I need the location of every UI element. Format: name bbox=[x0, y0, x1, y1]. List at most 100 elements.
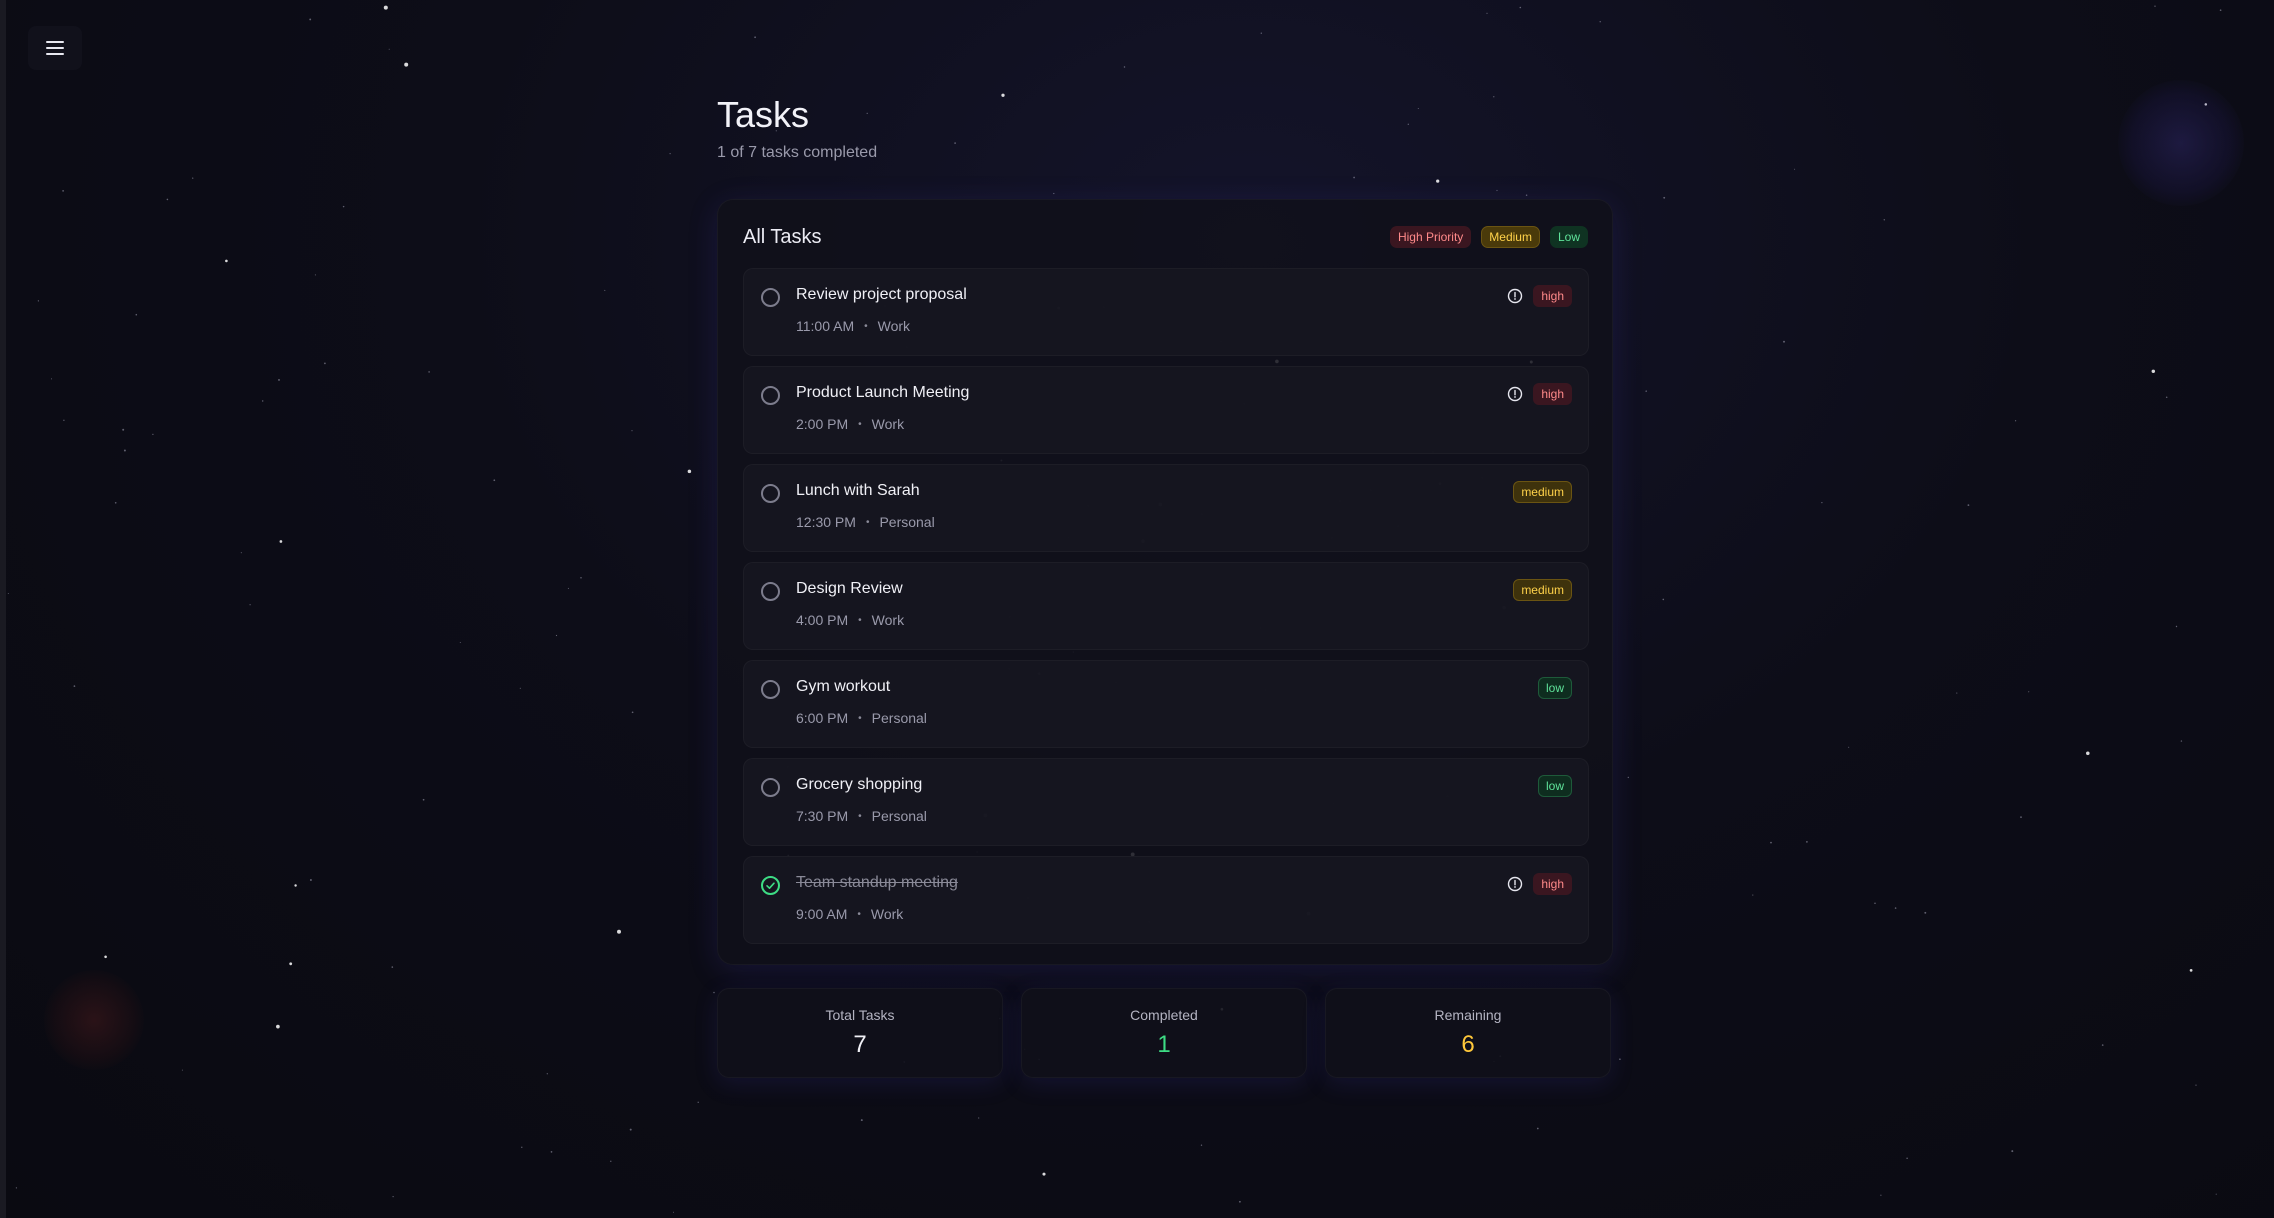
star bbox=[240, 552, 242, 554]
task-item[interactable]: Design Review 4:00 PM • Work medium bbox=[743, 562, 1589, 650]
task-item[interactable]: Team standup meeting 9:00 AM • Work high bbox=[743, 856, 1589, 944]
task-name: Grocery shopping bbox=[796, 776, 923, 793]
check-circle-icon[interactable] bbox=[761, 876, 780, 895]
menu-button[interactable] bbox=[28, 26, 82, 70]
stat-total-label: Total Tasks bbox=[825, 1007, 895, 1023]
star bbox=[1806, 841, 1808, 843]
task-checkbox[interactable] bbox=[761, 582, 780, 601]
star bbox=[555, 634, 558, 637]
star bbox=[519, 687, 521, 689]
star bbox=[383, 5, 388, 10]
star bbox=[261, 400, 264, 402]
star bbox=[604, 289, 606, 291]
task-name: Team standup meeting bbox=[796, 874, 958, 891]
star bbox=[1353, 176, 1355, 179]
star bbox=[1924, 911, 1927, 914]
star bbox=[122, 428, 125, 431]
legend-medium: Medium bbox=[1481, 226, 1540, 248]
star bbox=[1956, 692, 1958, 694]
star bbox=[192, 177, 194, 179]
star bbox=[580, 576, 582, 579]
star bbox=[860, 1119, 863, 1122]
star bbox=[1627, 776, 1629, 779]
star bbox=[63, 419, 65, 421]
tasks-card: All Tasks High Priority Medium Low Revie… bbox=[717, 199, 1613, 965]
star bbox=[2189, 969, 2193, 972]
task-category: Work bbox=[871, 416, 905, 432]
star bbox=[1794, 168, 1796, 170]
task-meta: 6:00 PM • Personal bbox=[796, 710, 927, 726]
task-item[interactable]: Review project proposal 11:00 AM • Work high bbox=[743, 268, 1589, 356]
task-meta: 7:30 PM • Personal bbox=[796, 808, 927, 824]
task-category: Personal bbox=[871, 808, 927, 824]
star bbox=[342, 205, 345, 208]
alert-circle-icon bbox=[1507, 876, 1523, 892]
star bbox=[1536, 1127, 1539, 1130]
task-checkbox[interactable] bbox=[761, 288, 780, 307]
task-meta: 4:00 PM • Work bbox=[796, 612, 904, 628]
task-time: 6:00 PM bbox=[796, 710, 849, 726]
star bbox=[2195, 1084, 2197, 1086]
task-item[interactable]: Grocery shopping 7:30 PM • Personal low bbox=[743, 758, 1589, 846]
stat-total-value: 7 bbox=[853, 1031, 867, 1058]
star bbox=[631, 711, 634, 714]
task-meta: 12:30 PM • Personal bbox=[796, 514, 935, 530]
star bbox=[550, 1151, 553, 1153]
star bbox=[309, 879, 312, 881]
star bbox=[1260, 32, 1262, 34]
star bbox=[392, 1195, 394, 1198]
star bbox=[2101, 1044, 2104, 1046]
star bbox=[1238, 1200, 1241, 1203]
stat-remaining-value: 6 bbox=[1461, 1031, 1475, 1058]
priority-badge: medium bbox=[1513, 579, 1572, 601]
star bbox=[669, 153, 671, 155]
star bbox=[15, 1187, 18, 1189]
stat-completed-value: 1 bbox=[1157, 1031, 1171, 1058]
star bbox=[493, 479, 496, 482]
task-time: 9:00 AM bbox=[796, 906, 848, 922]
star bbox=[181, 1069, 183, 1071]
star bbox=[754, 36, 756, 39]
star bbox=[104, 955, 107, 959]
task-item[interactable]: Product Launch Meeting 2:00 PM • Work high bbox=[743, 366, 1589, 454]
task-checkbox[interactable] bbox=[761, 484, 780, 503]
star bbox=[404, 62, 409, 67]
star bbox=[2215, 1193, 2217, 1195]
menu-icon bbox=[46, 41, 64, 55]
star bbox=[2020, 816, 2022, 818]
task-priority-area: high bbox=[1507, 873, 1572, 895]
star bbox=[1848, 746, 1850, 748]
star bbox=[713, 991, 715, 994]
star bbox=[672, 1211, 675, 1213]
task-category: Personal bbox=[871, 710, 927, 726]
task-priority-area: medium bbox=[1513, 579, 1572, 601]
star bbox=[2086, 751, 2090, 756]
star bbox=[7, 593, 9, 594]
stat-completed: Completed 1 bbox=[1021, 988, 1307, 1078]
star bbox=[1770, 841, 1772, 844]
star bbox=[1883, 219, 1886, 221]
star bbox=[73, 685, 76, 687]
task-item[interactable]: Gym workout 6:00 PM • Personal low bbox=[743, 660, 1589, 748]
star bbox=[1525, 194, 1528, 196]
task-item[interactable]: Lunch with Sarah 12:30 PM • Personal medium bbox=[743, 464, 1589, 552]
task-checkbox[interactable] bbox=[761, 386, 780, 405]
task-checkbox[interactable] bbox=[761, 680, 780, 699]
task-name: Gym workout bbox=[796, 678, 891, 695]
star bbox=[2165, 396, 2168, 398]
star bbox=[324, 362, 326, 365]
star bbox=[1967, 504, 1970, 506]
task-checkbox[interactable] bbox=[761, 778, 780, 797]
task-name: Review project proposal bbox=[796, 286, 967, 303]
star bbox=[1496, 189, 1498, 192]
page: Tasks 1 of 7 tasks completed All Tasks H… bbox=[0, 0, 2274, 1218]
star bbox=[2175, 625, 2178, 628]
star bbox=[1200, 1144, 1203, 1146]
task-time: 11:00 AM bbox=[796, 318, 855, 334]
star bbox=[135, 313, 138, 316]
card-header: All Tasks High Priority Medium Low bbox=[743, 222, 1588, 252]
star bbox=[62, 190, 64, 192]
meta-separator: • bbox=[864, 320, 868, 332]
priority-legend: High Priority Medium Low bbox=[1389, 226, 1588, 248]
star bbox=[1436, 179, 1440, 183]
